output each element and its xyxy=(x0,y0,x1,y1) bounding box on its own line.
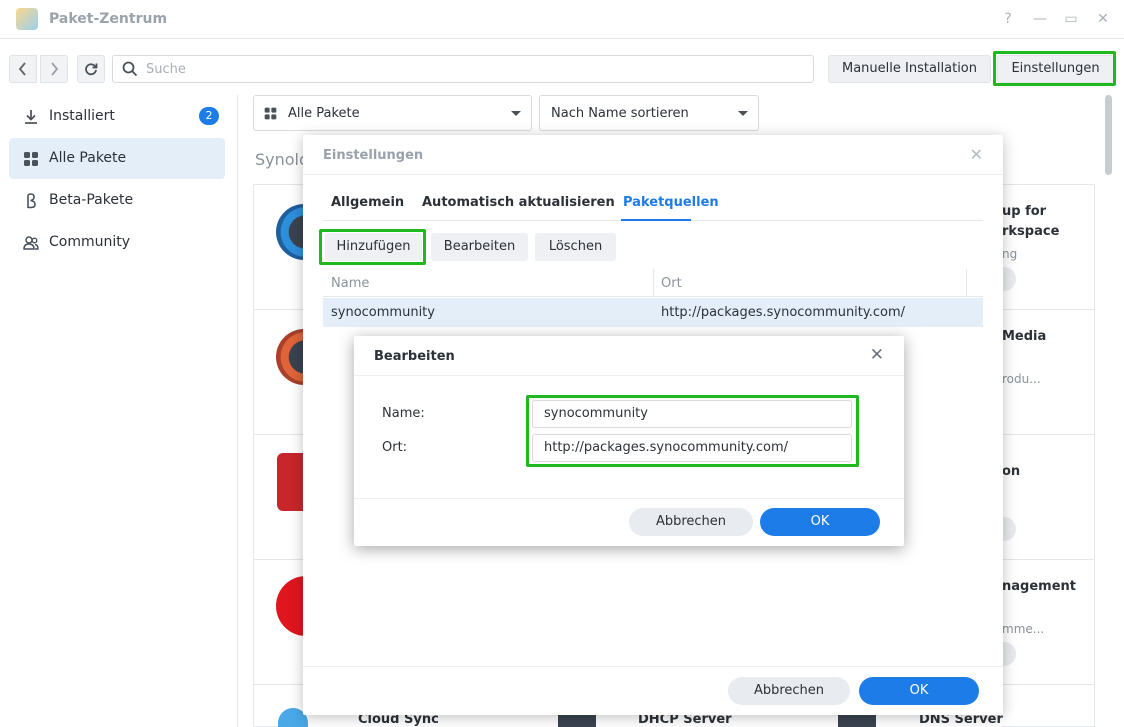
help-icon[interactable]: ? xyxy=(998,9,1018,29)
grid-icon xyxy=(24,152,38,166)
maximize-icon[interactable]: ▭ xyxy=(1061,9,1081,29)
close-icon[interactable]: ✕ xyxy=(970,145,983,164)
sidebar-item-community[interactable]: Community xyxy=(9,222,225,263)
ok-button[interactable]: OK xyxy=(760,508,880,536)
sidebar-item-label: Alle Pakete xyxy=(49,150,127,166)
row-location-cell: http://packages.synocommunity.com/ xyxy=(661,305,906,320)
location-label: Ort: xyxy=(382,440,408,455)
sidebar-item-beta-packages[interactable]: Beta-Pakete xyxy=(9,180,225,221)
back-button[interactable] xyxy=(9,55,37,83)
chevron-down-icon xyxy=(511,111,521,116)
grid-icon xyxy=(264,107,277,120)
window-title: Paket-Zentrum xyxy=(49,11,168,27)
sidebar-item-label: Beta-Pakete xyxy=(49,192,134,208)
package-title: rkspace xyxy=(1002,224,1060,239)
package-subtitle: mme... xyxy=(1002,622,1045,636)
package-subtitle: ng xyxy=(1002,247,1018,261)
table-header: Name Ort xyxy=(323,269,983,297)
package-center-app-icon xyxy=(16,8,38,30)
section-title: Synolo xyxy=(255,150,309,169)
sidebar-item-label: Community xyxy=(49,234,131,250)
location-field[interactable]: http://packages.synocommunity.com/ xyxy=(532,434,852,462)
forward-button[interactable] xyxy=(40,55,68,83)
divider xyxy=(303,174,1003,175)
table-row[interactable]: synocommunity http://packages.synocommun… xyxy=(323,298,983,327)
installed-count-badge: 2 xyxy=(199,107,219,125)
dns-app-icon xyxy=(838,714,876,727)
tab-auto-update[interactable]: Automatisch aktualisieren xyxy=(422,195,615,210)
filter-select[interactable]: Alle Pakete xyxy=(253,95,532,131)
minimize-icon[interactable]: — xyxy=(1030,9,1050,29)
dialog-title: Einstellungen xyxy=(323,148,424,163)
close-icon[interactable]: ✕ xyxy=(1093,9,1113,29)
scrollbar[interactable] xyxy=(1105,95,1112,175)
manual-install-button[interactable]: Manuelle Installation xyxy=(828,55,991,83)
package-title: on xyxy=(1002,464,1021,479)
name-label: Name: xyxy=(382,406,425,421)
package-title: up for xyxy=(1002,204,1047,219)
dialog-title: Bearbeiten xyxy=(374,349,455,364)
package-card[interactable]: nagement mme... xyxy=(992,559,1095,685)
sidebar-divider xyxy=(237,95,238,727)
chevron-down-icon xyxy=(738,111,748,116)
cancel-button[interactable]: Abbrechen xyxy=(629,508,753,536)
close-icon[interactable]: ✕ xyxy=(870,345,884,365)
edit-dialog: Bearbeiten ✕ Name: synocommunity Ort: ht… xyxy=(354,336,904,546)
search-icon xyxy=(122,61,138,77)
delete-button[interactable]: Löschen xyxy=(535,233,616,261)
column-header-location[interactable]: Ort xyxy=(661,276,682,291)
dhcp-app-icon xyxy=(558,714,596,727)
search-input[interactable]: Suche xyxy=(112,55,814,83)
sort-select[interactable]: Nach Name sortieren xyxy=(539,95,759,131)
package-subtitle: rodu... xyxy=(1002,372,1041,386)
row-name-cell: synocommunity xyxy=(331,305,435,320)
download-icon xyxy=(25,110,37,124)
filter-select-value: Alle Pakete xyxy=(288,106,360,121)
beta-icon xyxy=(27,193,36,209)
package-card[interactable]: Media rodu... xyxy=(1002,309,1095,435)
cancel-button[interactable]: Abbrechen xyxy=(728,677,850,705)
community-icon xyxy=(23,236,39,250)
refresh-button[interactable] xyxy=(77,55,105,83)
column-header-name[interactable]: Name xyxy=(331,276,369,291)
add-button[interactable]: Hinzufügen xyxy=(325,233,422,261)
refresh-icon xyxy=(85,63,98,76)
sort-select-value: Nach Name sortieren xyxy=(551,106,689,121)
settings-button[interactable]: Einstellungen xyxy=(997,55,1114,83)
ok-button[interactable]: OK xyxy=(859,677,979,705)
chevron-right-icon xyxy=(51,62,59,76)
divider xyxy=(303,666,1003,667)
chevron-left-icon xyxy=(18,62,26,76)
search-placeholder: Suche xyxy=(146,62,186,77)
tab-general[interactable]: Allgemein xyxy=(331,195,404,210)
tab-package-sources[interactable]: Paketquellen xyxy=(623,195,719,210)
column-separator xyxy=(653,269,654,297)
divider xyxy=(354,498,904,499)
sidebar-item-installed[interactable]: Installiert 2 xyxy=(9,96,225,137)
edit-button[interactable]: Bearbeiten xyxy=(431,233,528,261)
title-bar xyxy=(0,0,1124,39)
package-title: Media xyxy=(1002,329,1047,344)
name-field[interactable]: synocommunity xyxy=(532,400,852,428)
package-card[interactable] xyxy=(1002,684,1095,727)
package-title: nagement xyxy=(1002,579,1076,594)
active-tab-indicator xyxy=(621,219,691,221)
sidebar-item-all-packages[interactable]: Alle Pakete xyxy=(9,138,225,179)
divider xyxy=(354,375,904,376)
package-card[interactable]: on xyxy=(992,434,1095,560)
column-separator xyxy=(966,269,967,297)
package-card[interactable]: up for rkspace ng xyxy=(992,184,1095,310)
sidebar-item-label: Installiert xyxy=(49,108,115,124)
